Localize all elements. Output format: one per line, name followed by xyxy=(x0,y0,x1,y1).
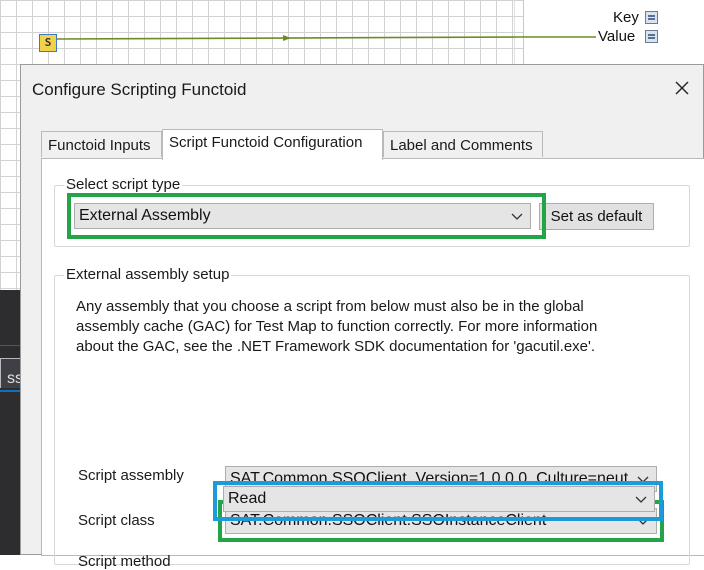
description-line: about the GAC, see the .NET Framework SD… xyxy=(76,338,596,355)
script-method-combobox[interactable]: Read xyxy=(223,486,655,512)
description-line: Any assembly that you choose a script fr… xyxy=(76,298,584,315)
close-icon[interactable] xyxy=(673,79,691,97)
combobox-value: SAT.Common.SSOClient.SSOInstanceClient xyxy=(230,512,547,529)
panel-divider xyxy=(0,345,22,346)
chevron-down-icon xyxy=(637,518,649,525)
configure-scripting-functoid-dialog: Configure Scripting Functoid Functoid In… xyxy=(20,64,704,570)
script-class-label: Script class xyxy=(78,512,155,529)
description-line: assembly cache (GAC) for Test Map to fun… xyxy=(76,318,598,335)
script-assembly-label: Script assembly xyxy=(78,467,184,484)
tab-label: Label and Comments xyxy=(390,137,533,154)
tab-label: Functoid Inputs xyxy=(48,137,151,154)
schema-element-icon xyxy=(645,11,658,24)
schema-node-value[interactable]: Value xyxy=(598,28,635,45)
combobox-value: External Assembly xyxy=(79,207,211,224)
ide-document-tab[interactable]: ssa xyxy=(0,358,22,388)
schema-element-icon xyxy=(645,30,658,43)
tab-script-functoid-configuration[interactable]: Script Functoid Configuration xyxy=(162,129,383,160)
tab-label: Script Functoid Configuration xyxy=(169,134,363,151)
external-assembly-group-label: External assembly setup xyxy=(64,266,232,283)
gac-description: Any assembly that you choose a script fr… xyxy=(76,297,597,357)
script-method-label: Script method xyxy=(78,553,171,570)
ide-background-panel: ssa xyxy=(0,290,22,555)
combobox-value: Read xyxy=(228,490,267,507)
tab-functoid-inputs[interactable]: Functoid Inputs xyxy=(41,131,162,157)
chevron-down-icon xyxy=(511,213,523,220)
scripting-functoid-icon[interactable]: S xyxy=(39,34,57,52)
tab-label-and-comments[interactable]: Label and Comments xyxy=(383,131,543,157)
script-type-group-label: Select script type xyxy=(64,176,183,193)
chevron-down-icon xyxy=(635,496,647,503)
dialog-title: Configure Scripting Functoid xyxy=(32,80,247,99)
set-as-default-button[interactable]: Set as default xyxy=(539,203,654,230)
schema-node-key[interactable]: Key xyxy=(613,9,639,26)
tab-strip: Functoid Inputs Script Functoid Configur… xyxy=(41,129,701,160)
script-type-combobox[interactable]: External Assembly xyxy=(74,203,531,229)
tab-selection-indicator xyxy=(0,390,22,392)
